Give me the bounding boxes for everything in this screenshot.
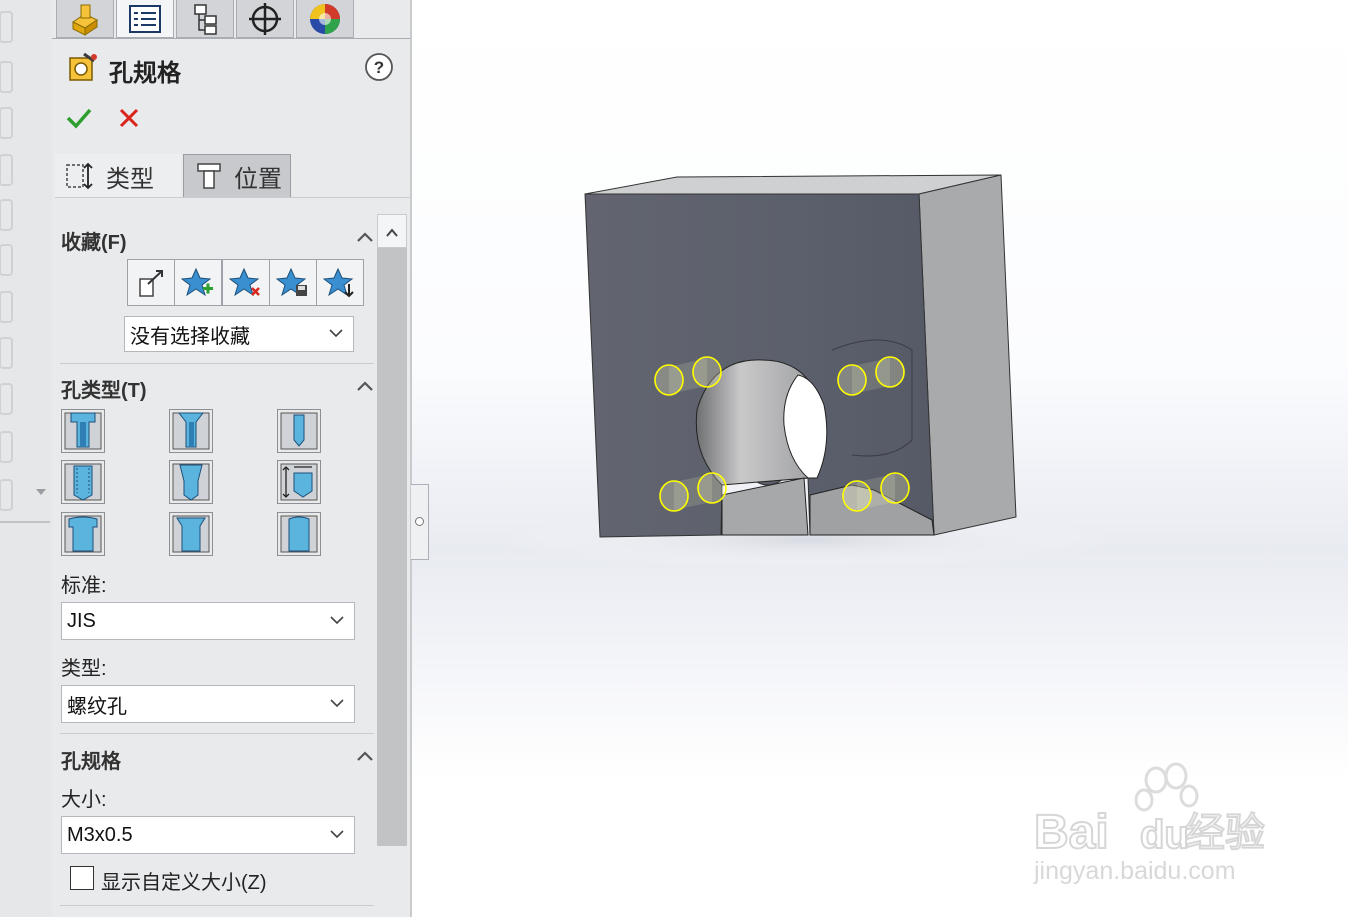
custom-size-label: 显示自定义大小(Z) (101, 872, 267, 894)
dimxpert-manager-icon (249, 2, 281, 35)
tab-feature-manager[interactable] (56, 0, 114, 38)
watermark-brand-suffix: du (1140, 813, 1189, 857)
section-divider (60, 905, 374, 906)
cancel-button[interactable] (117, 106, 141, 134)
configuration-manager-icon (194, 3, 217, 35)
model-side-face (918, 174, 1017, 536)
hole-type-collapse-button[interactable] (355, 377, 375, 396)
scroll-up-button[interactable] (377, 214, 407, 248)
model-view[interactable]: Bai du 经验 jingyan.baidu.com (412, 0, 1348, 917)
counterbore-button[interactable] (61, 409, 105, 453)
counterbore-icon (64, 412, 102, 450)
save-favorite-button[interactable] (269, 259, 317, 306)
hole-type-tab-icon (66, 162, 93, 190)
feature-manager-icon (72, 4, 98, 36)
watermark: Bai du 经验 jingyan.baidu.com (1033, 762, 1266, 885)
ok-button[interactable] (65, 105, 93, 135)
chevron-down-icon (329, 329, 343, 338)
chevron-down-icon (330, 830, 344, 839)
favorites-dropdown[interactable]: 没有选择收藏 (124, 316, 354, 352)
tapered-tap-icon (172, 463, 210, 501)
chevron-up-icon (357, 232, 373, 242)
svg-text:?: ? (374, 58, 384, 77)
countersink-icon (172, 412, 210, 450)
hole-position-tab-icon (197, 163, 221, 189)
size-label: 大小: (61, 789, 107, 811)
watermark-url: jingyan.baidu.com (1033, 857, 1236, 885)
section-divider (60, 733, 374, 734)
hole-icon (280, 412, 318, 450)
tab-position[interactable]: 位置 (183, 154, 291, 198)
add-favorite-button[interactable] (174, 259, 222, 306)
size-dropdown-value: M3x0.5 (67, 823, 133, 846)
save-favorite-icon (276, 267, 307, 296)
chevron-down-icon (330, 699, 344, 708)
help-icon[interactable]: ? (364, 52, 394, 86)
hole-spec-collapse-button[interactable] (355, 747, 375, 766)
checkmark-icon (66, 108, 92, 129)
tab-property-manager[interactable] (116, 0, 174, 38)
display-manager-icon (310, 3, 340, 34)
size-dropdown[interactable]: M3x0.5 (61, 816, 355, 854)
scrollbar-thumb[interactable] (377, 248, 407, 846)
close-icon (119, 108, 139, 128)
apply-defaults-button[interactable] (127, 259, 175, 306)
load-favorite-button[interactable] (316, 259, 364, 306)
chevron-up-icon (357, 751, 373, 761)
slot-face-left (721, 477, 809, 536)
favorites-dropdown-value: 没有选择收藏 (130, 325, 250, 348)
type-dropdown-value: 螺纹孔 (67, 695, 127, 718)
standard-dropdown-value: JIS (67, 609, 96, 632)
tab-type[interactable]: 类型 (55, 154, 181, 198)
chevron-up-icon (386, 228, 398, 237)
subtab-border (55, 197, 410, 198)
countersink-slot-button[interactable] (169, 512, 213, 556)
watermark-brand: Bai (1034, 806, 1109, 859)
watermark-product: 经验 (1185, 810, 1265, 856)
straight-tap-icon (64, 463, 102, 501)
legacy-hole-button[interactable] (277, 460, 321, 504)
splitter-grip-icon (415, 517, 424, 526)
tab-type-label: 类型 (106, 165, 154, 193)
counterbore-slot-icon (64, 515, 102, 553)
add-favorite-icon (181, 267, 213, 296)
standard-dropdown[interactable]: JIS (61, 602, 355, 640)
apply-defaults-icon (139, 269, 163, 297)
type-dropdown[interactable]: 螺纹孔 (61, 685, 355, 723)
favorites-heading: 收藏(F) (61, 232, 127, 254)
standard-label: 标准: (61, 575, 107, 597)
property-manager-icon (129, 4, 161, 33)
hole-type-heading: 孔类型(T) (61, 380, 147, 402)
custom-size-checkbox[interactable] (70, 866, 94, 890)
countersink-button[interactable] (169, 409, 213, 453)
page-title: 孔规格 (109, 60, 181, 87)
tab-display-manager[interactable] (296, 0, 354, 38)
section-divider (60, 363, 374, 364)
hole-button[interactable] (277, 409, 321, 453)
hole-spec-heading: 孔规格 (61, 751, 121, 773)
tab-dimxpert-manager[interactable] (236, 0, 294, 38)
tab-strip-border (52, 38, 410, 39)
delete-favorite-button[interactable] (222, 259, 270, 306)
tapered-tap-button[interactable] (169, 460, 213, 504)
feature-tree-ghost-icons (0, 11, 50, 523)
type-label: 类型: (61, 658, 107, 680)
tab-position-label: 位置 (234, 165, 282, 193)
slot-button[interactable] (277, 512, 321, 556)
legacy-hole-icon (280, 463, 318, 501)
chevron-up-icon (357, 381, 373, 391)
tab-configuration-manager[interactable] (176, 0, 234, 38)
property-manager-panel (52, 0, 410, 917)
chevron-down-icon (330, 616, 344, 625)
favorites-collapse-button[interactable] (355, 228, 375, 247)
graphics-viewport[interactable]: Bai du 经验 jingyan.baidu.com (412, 0, 1348, 917)
countersink-slot-icon (172, 515, 210, 553)
hole-wizard-icon (66, 51, 98, 87)
feature-tree-strip (0, 0, 52, 917)
delete-favorite-icon (229, 267, 260, 296)
straight-tap-button[interactable] (61, 460, 105, 504)
load-favorite-icon (323, 267, 354, 297)
slot-icon (280, 515, 318, 553)
counterbore-slot-button[interactable] (61, 512, 105, 556)
